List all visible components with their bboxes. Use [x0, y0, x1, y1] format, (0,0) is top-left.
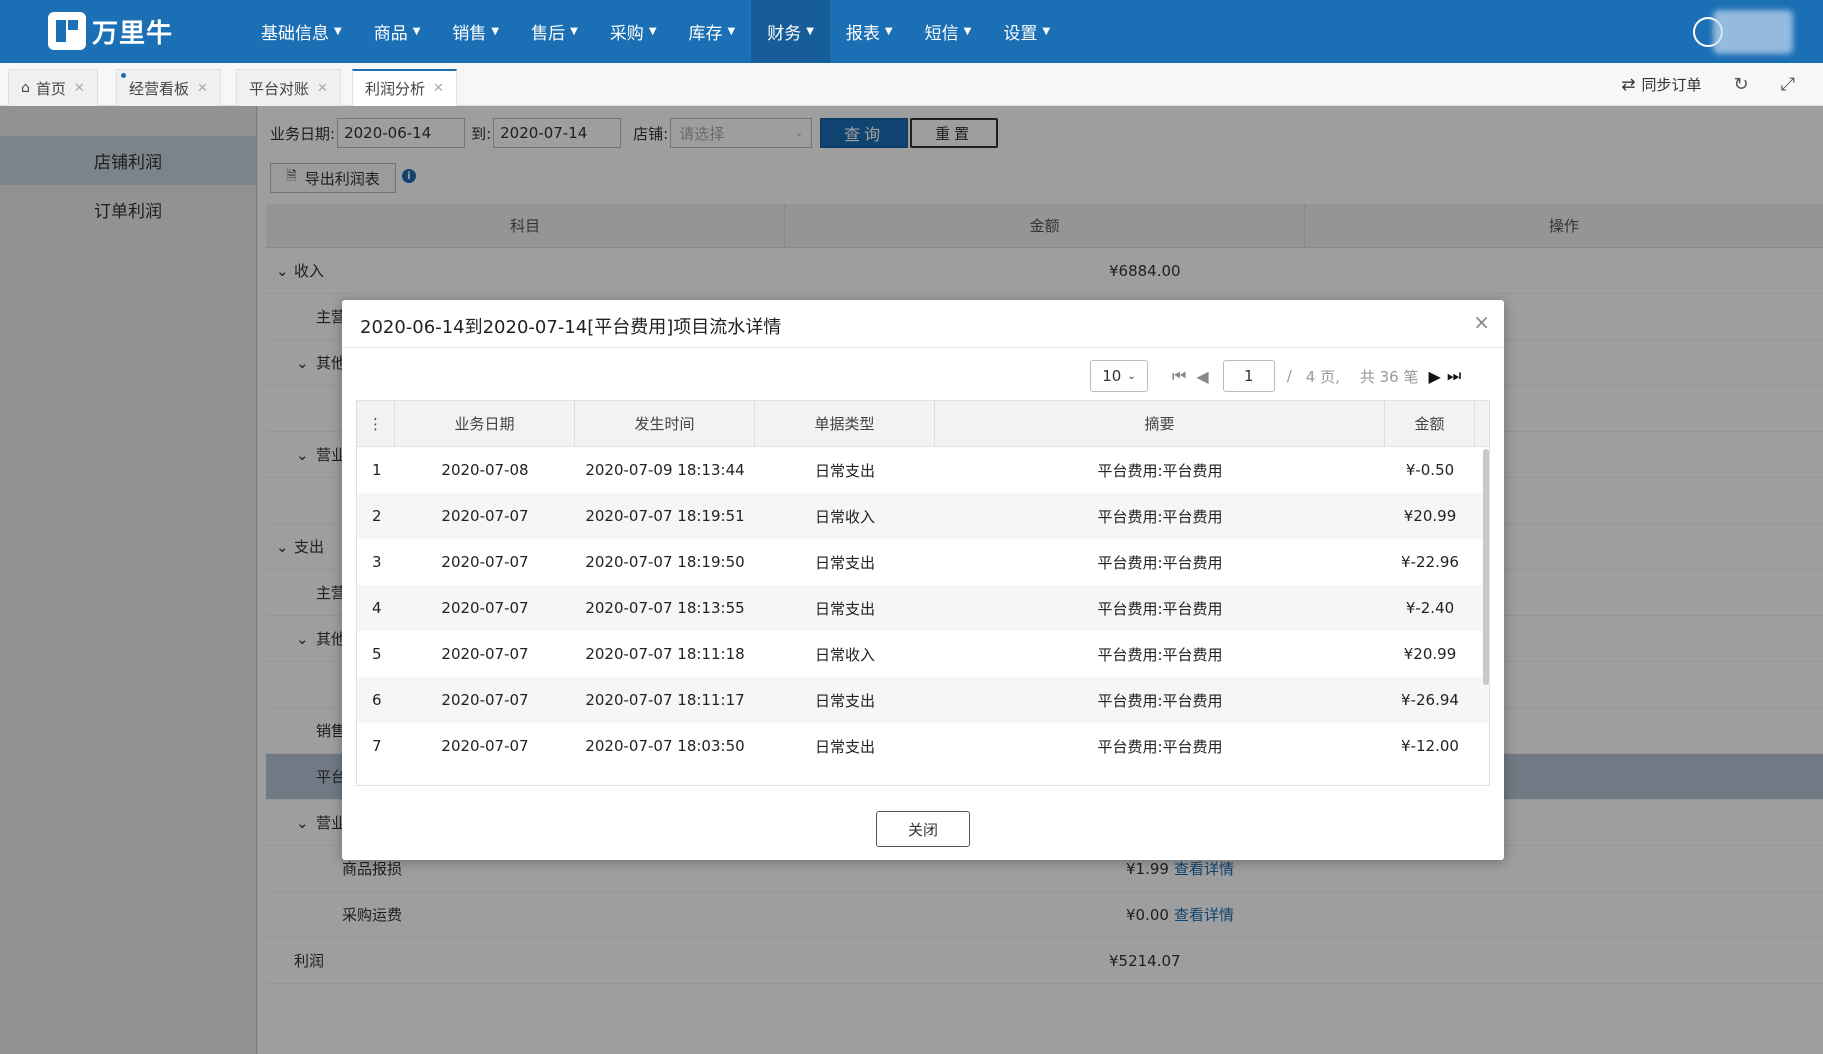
- pagination: 10 ⌄ ⏮ ◀ 1 / 4 页, 共 36 笔 ▶ ⏭: [1090, 360, 1461, 392]
- total-records: 共 36 笔: [1359, 367, 1419, 386]
- page-tabbar: ⌂ 首页 ✕ 经营看板 ✕ 平台对账 ✕ 利润分析 ✕: [0, 63, 1823, 106]
- page-number-input[interactable]: 1: [1222, 360, 1275, 392]
- table-row[interactable]: 1 2020-07-08 2020-07-09 18:13:44 日常支出 平台…: [357, 447, 1489, 493]
- chevron-down-icon: ▼: [570, 26, 578, 37]
- last-page-icon[interactable]: ⏭: [1447, 366, 1461, 386]
- col-occur-time: 发生时间: [575, 401, 755, 447]
- chevron-down-icon: ▼: [648, 26, 657, 37]
- col-amount: 金额: [1385, 401, 1475, 447]
- table-row[interactable]: 4 2020-07-07 2020-07-07 18:13:55 日常支出 平台…: [357, 585, 1489, 631]
- table-scrollbar[interactable]: [1483, 449, 1489, 685]
- nav-item-goods[interactable]: 商品 ▼: [358, 0, 437, 63]
- tab-actions: ⇄ 同步订单 ↻ ⤢: [1621, 63, 1795, 106]
- nav-item-inventory[interactable]: 库存 ▼: [673, 0, 752, 63]
- nav-item-settings[interactable]: 设置 ▼: [987, 0, 1066, 63]
- top-navbar: 万里牛 基础信息 ▼ 商品 ▼ 销售 ▼ 售后 ▼ 采购 ▼ 库存 ▼ 财务 ▼ 报表 ▼ 短信…: [0, 0, 1823, 63]
- user-menu[interactable]: [1693, 10, 1813, 54]
- chevron-down-icon: ▼: [727, 26, 736, 37]
- close-icon[interactable]: ✕: [197, 81, 208, 96]
- column-menu-icon[interactable]: ⋮: [357, 401, 395, 447]
- nav-item-reports[interactable]: 报表 ▼: [830, 0, 909, 63]
- total-pages: 4 页,: [1305, 367, 1340, 386]
- chevron-down-icon: ▼: [963, 26, 972, 37]
- modal-divider: [342, 347, 1504, 348]
- first-page-icon[interactable]: ⏮: [1172, 366, 1186, 386]
- chevron-down-icon: ▼: [806, 26, 814, 37]
- home-icon: ⌂: [21, 80, 30, 96]
- app-logo[interactable]: 万里牛: [48, 12, 173, 50]
- table-body: 1 2020-07-08 2020-07-09 18:13:44 日常支出 平台…: [357, 447, 1489, 769]
- col-summary: 摘要: [935, 401, 1385, 447]
- prev-page-icon[interactable]: ◀: [1196, 367, 1208, 386]
- close-icon[interactable]: ×: [1473, 310, 1490, 334]
- detail-modal: 2020-06-14到2020-07-14[平台费用]项目流水详情 × 10 ⌄…: [342, 300, 1504, 860]
- page-separator: /: [1286, 367, 1292, 385]
- logo-text: 万里牛: [92, 18, 174, 49]
- tab-home[interactable]: ⌂ 首页 ✕: [8, 69, 98, 106]
- col-doc-type: 单据类型: [755, 401, 935, 447]
- logo-icon: [48, 12, 86, 50]
- table-row[interactable]: 6 2020-07-07 2020-07-07 18:11:17 日常支出 平台…: [357, 677, 1489, 723]
- sync-orders-button[interactable]: ⇄ 同步订单: [1621, 74, 1701, 95]
- chevron-down-icon: ▼: [884, 26, 893, 37]
- close-icon[interactable]: ✕: [74, 81, 85, 96]
- chevron-down-icon: ▼: [1042, 26, 1051, 37]
- chevron-down-icon: ⌄: [1127, 370, 1136, 382]
- tab-platform-reconcile[interactable]: 平台对账 ✕: [236, 69, 341, 106]
- unsaved-dot-icon: [121, 73, 126, 78]
- table-row[interactable]: 3 2020-07-07 2020-07-07 18:19:50 日常支出 平台…: [357, 539, 1489, 585]
- chevron-down-icon: ▼: [412, 26, 421, 37]
- modal-title: 2020-06-14到2020-07-14[平台费用]项目流水详情: [360, 317, 782, 338]
- table-row[interactable]: 2 2020-07-07 2020-07-07 18:19:51 日常收入 平台…: [357, 493, 1489, 539]
- next-page-icon[interactable]: ▶: [1429, 367, 1441, 386]
- main-nav: 基础信息 ▼ 商品 ▼ 销售 ▼ 售后 ▼ 采购 ▼ 库存 ▼ 财务 ▼ 报表 ▼ 短信 ▼ 设置…: [245, 0, 1066, 63]
- close-button[interactable]: 关闭: [876, 811, 970, 847]
- nav-item-purchase[interactable]: 采购 ▼: [594, 0, 673, 63]
- nav-item-finance[interactable]: 财务 ▼: [751, 0, 830, 63]
- nav-item-sms[interactable]: 短信 ▼: [909, 0, 988, 63]
- detail-table: ⋮ 业务日期 发生时间 单据类型 摘要 金额 1 2020-07-08 2020…: [356, 400, 1490, 786]
- sync-icon: ⇄: [1621, 74, 1636, 95]
- table-header: ⋮ 业务日期 发生时间 单据类型 摘要 金额: [357, 401, 1489, 447]
- nav-item-basic-info[interactable]: 基础信息 ▼: [245, 0, 358, 63]
- fullscreen-icon[interactable]: ⤢: [1781, 74, 1795, 95]
- nav-item-sales[interactable]: 销售 ▼: [436, 0, 515, 63]
- table-row[interactable]: 5 2020-07-07 2020-07-07 18:11:18 日常收入 平台…: [357, 631, 1489, 677]
- col-business-date: 业务日期: [395, 401, 575, 447]
- tab-profit-analysis[interactable]: 利润分析 ✕: [352, 69, 457, 106]
- refresh-icon[interactable]: ↻: [1734, 74, 1749, 95]
- table-row[interactable]: 7 2020-07-07 2020-07-07 18:03:50 日常支出 平台…: [357, 723, 1489, 769]
- close-icon[interactable]: ✕: [433, 81, 444, 96]
- chevron-down-icon: ▼: [491, 26, 500, 37]
- nav-item-after-sales[interactable]: 售后 ▼: [515, 0, 594, 63]
- chevron-down-icon: ▼: [334, 26, 342, 37]
- page-size-select[interactable]: 10 ⌄: [1090, 360, 1148, 392]
- tab-dashboard[interactable]: 经营看板 ✕: [116, 69, 221, 106]
- close-icon[interactable]: ✕: [317, 81, 328, 96]
- user-name-blurred: [1713, 10, 1793, 54]
